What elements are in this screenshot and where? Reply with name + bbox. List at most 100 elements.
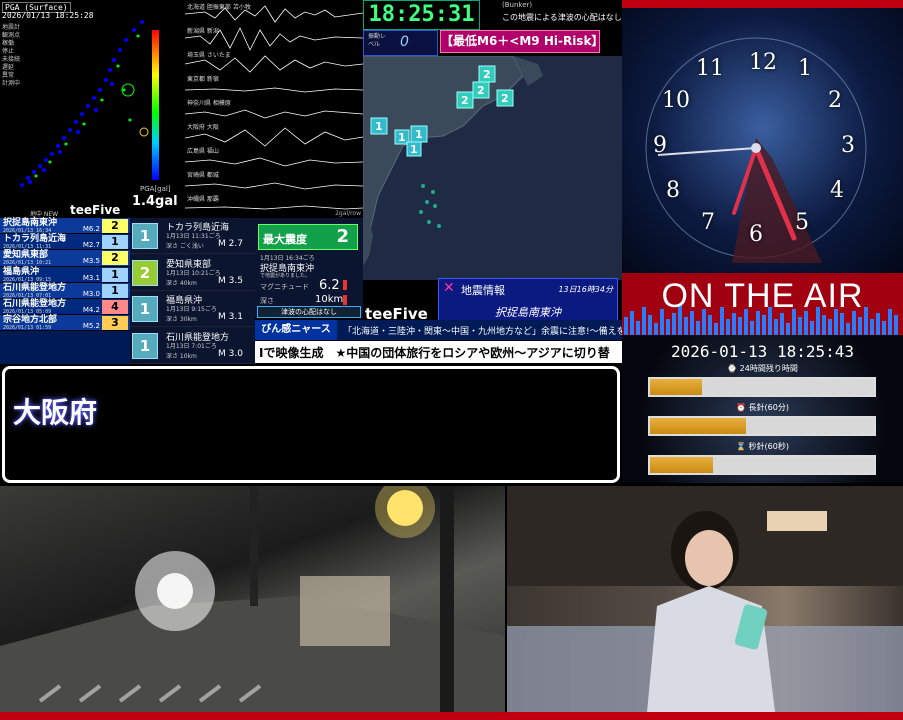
quake-list-row: トカラ列島近海 2026/01/13 11:31 M2.7 1 xyxy=(0,234,130,251)
wave-station-label: 神奈川県 相模原 xyxy=(187,100,231,107)
max-intensity-note: で地震がありました。 xyxy=(260,273,311,279)
top-red-strip xyxy=(622,0,903,8)
quake-detail-item: 1 石川県能登地方 1月13日 7:01ごろ 深さ 10km M 3.0 xyxy=(130,328,255,364)
wave-station-label: 新潟県 新潟 xyxy=(187,28,219,35)
progress-24h-label: ⌚ 24時間残り時間 xyxy=(727,364,798,373)
quake-magnitude: M6.2 xyxy=(82,225,100,233)
quake-detail-item: 1 トカラ列島近海 1月13日 11:31ごろ 深さ ごく浅い M 2.7 xyxy=(130,218,255,254)
wave-station-label: 北海道 胆振東部 苫小牧 xyxy=(187,4,251,11)
progress-second-fill xyxy=(650,457,713,473)
quake-magnitude: M4.2 xyxy=(82,305,100,314)
digital-clock-time: 18:25:31 xyxy=(368,2,475,27)
svg-text:1: 1 xyxy=(398,131,406,144)
quake-region: 石川県能登地方 xyxy=(3,282,67,293)
quake-magnitude: M3.5 xyxy=(82,257,100,266)
clock-number: 9 xyxy=(653,133,667,158)
news-ticker-text: 「北海道・三陸沖・関東〜中国・九州地方など」余震に注意!〜備えを〜 xyxy=(343,327,635,337)
wave-station-label: 宮崎県 都城 xyxy=(187,172,219,179)
clock-number: 12 xyxy=(749,50,777,75)
eq-info-title: 地震情報 xyxy=(461,284,505,297)
clock-number: 6 xyxy=(749,222,763,247)
progress-minute-bar xyxy=(648,416,876,436)
quake-date: 2026/01/13 07:01 xyxy=(3,292,52,299)
risk-badge: 【最低M6＋<M9 Hi-Risk】 xyxy=(440,30,603,53)
earthquake-info-box: ✕ 地震情報 13日16時34分 択捉島南東沖 xyxy=(438,278,618,322)
news-ticker-label: びん感ニャース xyxy=(255,320,337,340)
scrolling-ticker-text: Iで映像生成 ★中国の団体旅行をロシアや欧州〜アジアに切り替 xyxy=(259,346,610,360)
clock-number: 11 xyxy=(696,56,724,81)
street-camera-feed xyxy=(0,486,505,712)
magnitude-value: 6.2 xyxy=(319,278,340,293)
quake-detail-depth: 深さ 40km xyxy=(166,279,197,287)
magnitude-label: マグニチュード xyxy=(260,283,309,291)
shake-level-label: 振動レベル xyxy=(368,33,387,48)
quake-region: トカラ列島近海 xyxy=(3,234,67,245)
progress-second-bar xyxy=(648,455,876,475)
progress-24h-fill xyxy=(650,379,702,395)
analog-clock-panel: 12 1 2 3 4 5 6 7 8 9 10 11 xyxy=(622,8,903,273)
quake-detail-time: 1月13日 11:31ごろ xyxy=(166,233,221,240)
clock-number: 1 xyxy=(798,56,812,81)
pga-gal-value: 1.4gal xyxy=(132,194,178,209)
tsunami-note-line1: (Bunker) xyxy=(502,1,533,9)
quake-detail-mag: M 3.1 xyxy=(218,312,243,322)
waveform-panel: 北海道 胆振東部 苫小牧 新潟県 新潟 埼玉県 さいたま 東京都 新宿 神奈川県… xyxy=(185,0,363,218)
svg-text:2: 2 xyxy=(501,92,509,105)
max-intensity-box: 最大震度 2 xyxy=(258,224,358,250)
on-air-text: ON THE AIR xyxy=(661,277,864,315)
street-scene xyxy=(0,486,505,712)
quake-region: 宗谷地方北部 xyxy=(3,315,58,326)
clock-number: 10 xyxy=(662,88,690,113)
quake-intensity-badge: 1 xyxy=(102,267,128,282)
quake-detail-depth: 深さ ごく浅い xyxy=(166,243,204,250)
location-banner: 大阪府 xyxy=(2,366,620,483)
max-intensity-value: 2 xyxy=(336,226,349,247)
quake-intensity-badge: 1 xyxy=(102,235,128,250)
earthquake-map: 2 2 2 2 1 1 1 1 xyxy=(363,56,622,280)
quake-detail-item: 2 愛知県東部 1月13日 10:21ごろ 深さ 40km M 3.5 xyxy=(130,255,255,291)
quake-detail-depth: 深さ 10km xyxy=(166,352,197,360)
quake-detail-intensity: 1 xyxy=(132,223,158,249)
progress-second-label: ⌛ 秒針(60秒) xyxy=(736,442,789,451)
quake-magnitude: M5.2 xyxy=(82,322,100,331)
quake-region: 石川県能登地方 xyxy=(3,298,67,309)
quake-detail-intensity: 2 xyxy=(132,259,158,286)
tsunami-note: (Bunker) この地震による津波の心配はなし xyxy=(482,0,622,30)
quake-detail-mag: M 3.0 xyxy=(218,348,243,359)
quake-region: 択捉島南東沖 xyxy=(3,218,58,228)
quake-detail-time: 1月13日 10:21ごろ xyxy=(166,269,221,277)
quake-magnitude: M3.1 xyxy=(82,273,100,282)
quake-list-row: 石川県能登地方 2026/01/13 05:09 M4.2 4 xyxy=(0,298,130,316)
quake-list-row: 宗谷地方北部 2026/01/13 01:59 M5.2 3 xyxy=(0,315,130,332)
quake-intensity-badge: 2 xyxy=(102,219,128,233)
scrolling-ticker: Iで映像生成 ★中国の団体旅行をロシアや欧州〜アジアに切り替 xyxy=(255,341,622,363)
shake-level-box: 振動レベル 0 xyxy=(363,30,438,56)
japan-station-map xyxy=(20,20,149,187)
wave-unit: 2gal/row xyxy=(335,210,361,217)
quake-list-row: 択捉島南東沖 2026/01/13 16:34 M6.2 2 xyxy=(0,218,130,235)
pga-brand-logo: teeFive xyxy=(70,203,121,217)
quake-detail-mag: M 2.7 xyxy=(218,239,243,249)
svg-text:2: 2 xyxy=(461,94,469,107)
quake-region: 愛知県東部 xyxy=(3,250,49,261)
quake-detail-intensity: 1 xyxy=(132,296,158,322)
bottom-red-strip xyxy=(0,712,903,720)
svg-text:1: 1 xyxy=(410,143,418,156)
quake-date: 2026/01/13 01:59 xyxy=(3,325,52,332)
quake-detail-item: 1 福島県沖 1月13日 9:15ごろ 深さ 30km M 3.1 xyxy=(130,291,255,327)
wave-station-label: 沖縄県 那覇 xyxy=(187,196,219,203)
digital-clock: 18:25:31 xyxy=(363,0,480,30)
shake-level-value: 0 xyxy=(400,34,409,50)
quake-intensity-badge: 1 xyxy=(102,283,128,298)
wave-station-label: 大阪府 大阪 xyxy=(187,124,219,131)
eq-info-place: 択捉島南東沖 xyxy=(495,306,561,319)
clock-number: 5 xyxy=(795,210,809,235)
pga-new-tag: 地中 NEW xyxy=(30,211,59,218)
max-intensity-panel: 最大震度 2 1月13日 16:34ごろ 択捉島南東沖 で地震がありました。 マ… xyxy=(255,218,363,318)
quake-list-row: 愛知県東部 2026/01/13 10:21 M3.5 2 xyxy=(0,250,130,267)
quake-intensity-badge: 2 xyxy=(102,251,128,266)
quake-detail-depth: 深さ 30km xyxy=(166,316,197,323)
svg-text:1: 1 xyxy=(375,120,383,133)
quake-list-row: 石川県能登地方 2026/01/13 07:01 M3.0 1 xyxy=(0,282,130,299)
depth-value: 10km xyxy=(315,294,344,305)
